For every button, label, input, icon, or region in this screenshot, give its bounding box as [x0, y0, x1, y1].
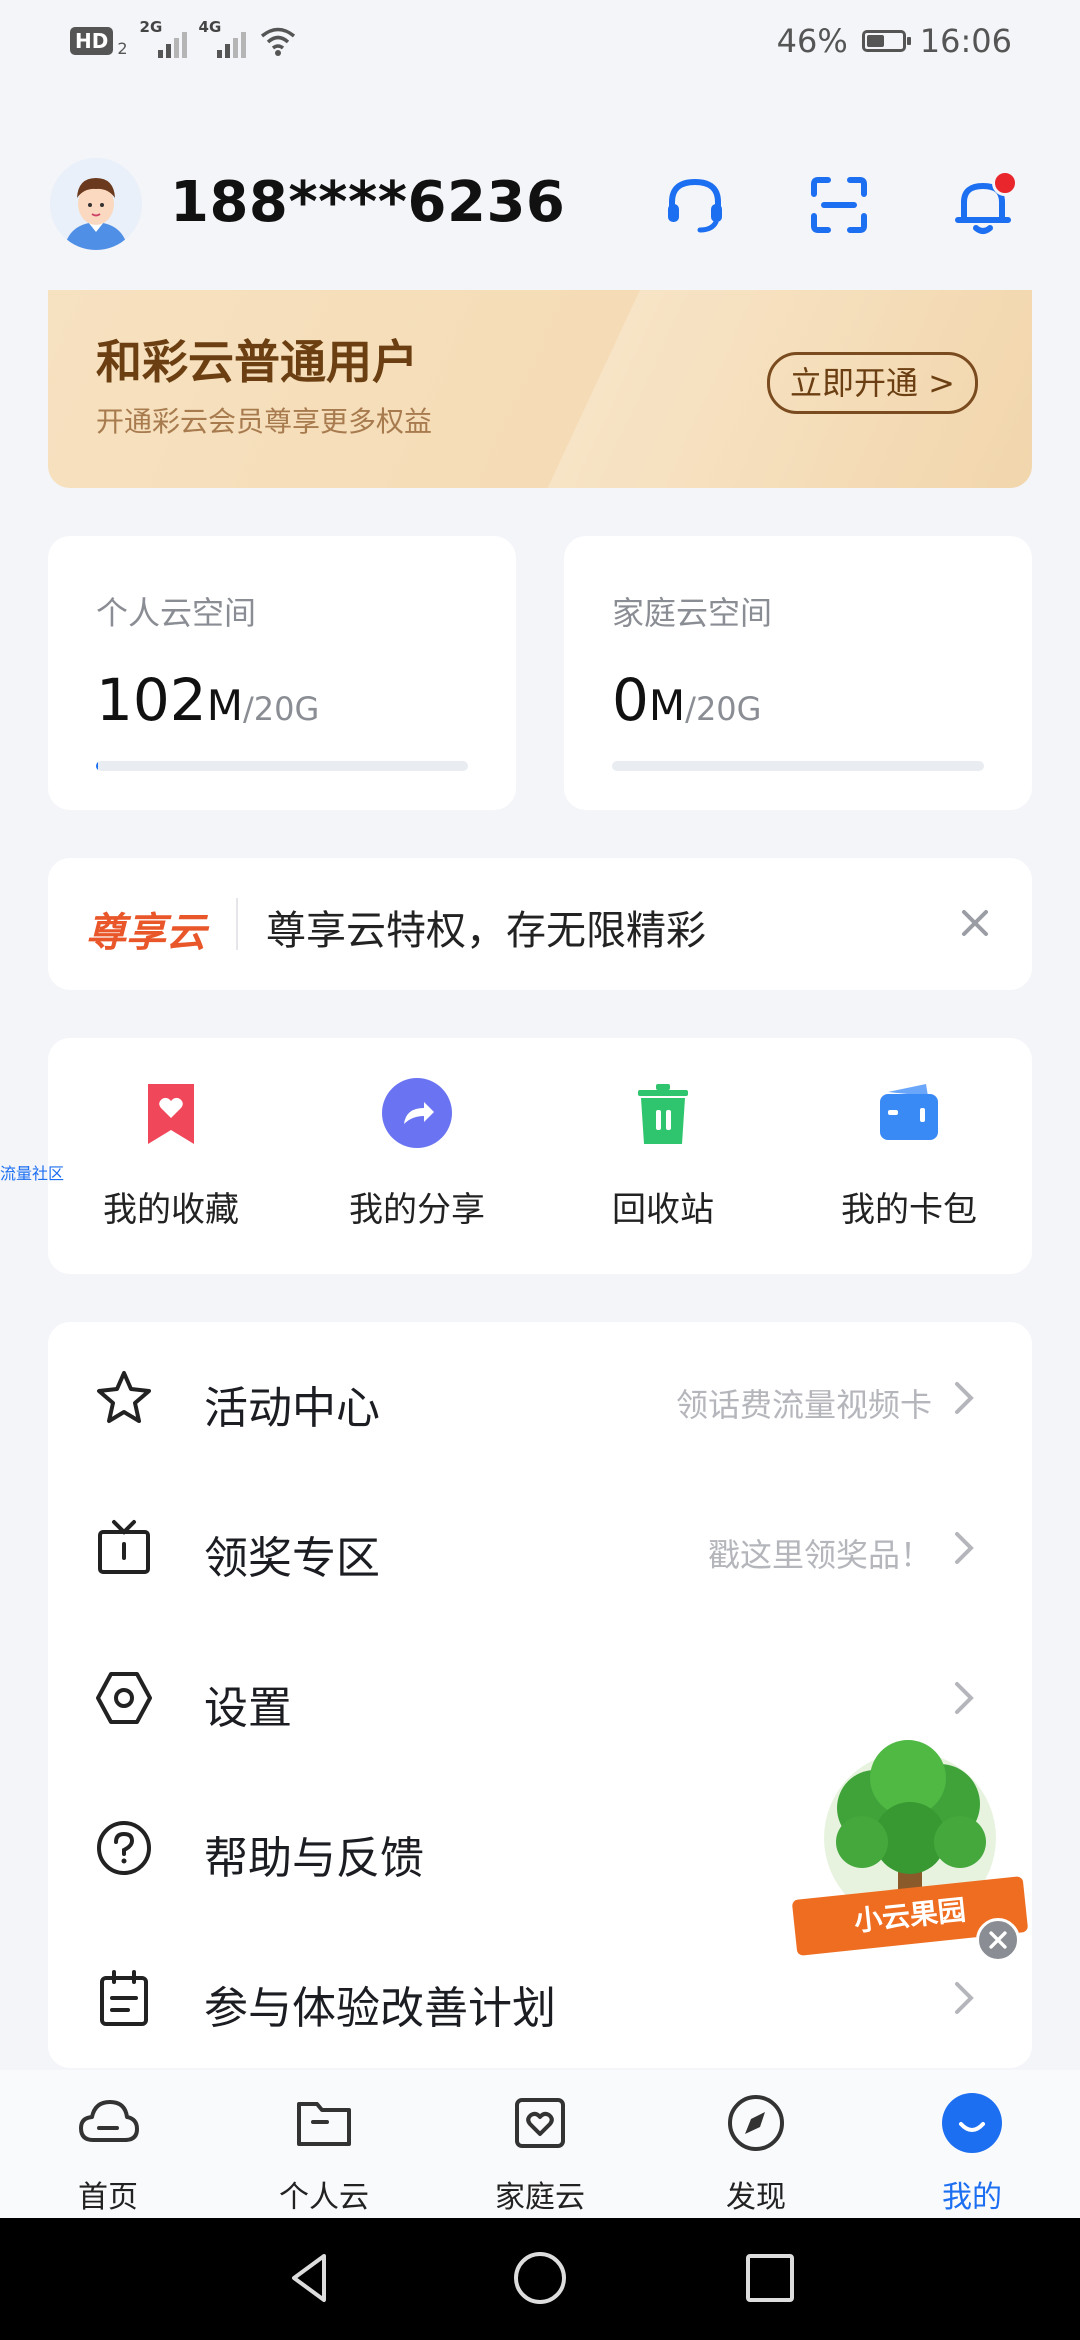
sim2-label: 4G: [198, 18, 222, 36]
quick-action-favorites[interactable]: 我的收藏: [48, 1078, 294, 1231]
promo-text: 尊享云特权，存无限精彩: [266, 908, 706, 954]
personal-storage-unit: M: [206, 681, 243, 730]
family-storage-value: 0: [612, 666, 649, 734]
username: 188****6236: [170, 170, 566, 235]
menu-hint: 领话费流量视频卡: [675, 1386, 932, 1424]
chevron-right-icon: [955, 1682, 974, 1714]
family-storage-progress: [612, 761, 984, 771]
home-icon[interactable]: [510, 2248, 570, 2308]
quick-action-shares[interactable]: 我的分享: [294, 1078, 540, 1231]
quick-action-label: 回收站: [612, 1190, 714, 1230]
vip-title: 和彩云普通用户: [96, 335, 418, 389]
status-left: HD 2 2G 4G: [70, 18, 296, 58]
cloud-icon: [79, 2100, 139, 2142]
battery-percent: 46%: [776, 22, 848, 60]
premium-logo: 尊享云: [86, 910, 206, 956]
menu-hint: 戳这里领奖品！: [707, 1536, 932, 1574]
premium-promo-banner[interactable]: 尊享云 尊享云特权，存无限精彩: [48, 858, 1032, 990]
tab-home[interactable]: 首页: [0, 2090, 216, 2216]
chevron-right-icon: [955, 1532, 974, 1564]
personal-storage-usage: 102M/20G: [96, 666, 319, 734]
vip-subtitle: 开通彩云会员尊享更多权益: [96, 405, 433, 438]
tab-mine[interactable]: 我的: [864, 2090, 1080, 2216]
personal-storage-progress: [96, 761, 468, 771]
tab-label: 个人云: [279, 2180, 369, 2215]
settings-icon: [96, 1672, 152, 1724]
tab-label: 首页: [78, 2180, 138, 2215]
bookmark-heart-icon: [148, 1084, 194, 1144]
family-storage-total: /20G: [685, 690, 762, 728]
personal-storage-card[interactable]: 个人云空间 102M/20G: [48, 536, 516, 810]
menu-item-activity-center[interactable]: 活动中心 领话费流量视频卡: [48, 1322, 1032, 1472]
quick-action-label: 我的卡包: [841, 1190, 977, 1230]
wallet-icon: [880, 1084, 938, 1140]
chevron-right-icon: [955, 1982, 974, 2014]
menu-label: 参与体验改善计划: [204, 1983, 556, 2034]
menu-item-rewards[interactable]: 领奖专区 戳这里领奖品！: [48, 1472, 1032, 1622]
family-storage-label: 家庭云空间: [612, 594, 773, 632]
activate-vip-button[interactable]: 立即开通 >: [767, 352, 978, 414]
hd-indicator: HD: [70, 27, 114, 55]
wifi-icon: [260, 27, 295, 56]
family-storage-usage: 0M/20G: [612, 666, 761, 734]
traffic-community-link[interactable]: 流量社区: [0, 1160, 64, 1184]
system-navigation-bar: [0, 2218, 1080, 2340]
tab-family-cloud[interactable]: 家庭云: [432, 2090, 648, 2216]
avatar[interactable]: [50, 158, 142, 250]
signal-sim1-icon: 2G: [140, 18, 187, 58]
personal-storage-total: /20G: [242, 690, 320, 728]
family-storage-unit: M: [648, 681, 686, 730]
personal-storage-label: 个人云空间: [96, 594, 257, 632]
share-icon: [382, 1078, 452, 1148]
tab-label: 我的: [942, 2180, 1002, 2215]
menu-label: 活动中心: [204, 1383, 380, 1434]
headset-icon[interactable]: [660, 170, 730, 240]
tab-discover[interactable]: 发现: [648, 2090, 864, 2216]
promo-divider: [236, 898, 238, 950]
hd-sub: 2: [117, 38, 128, 58]
tv-icon: [98, 1520, 150, 1574]
trash-icon: [638, 1084, 688, 1144]
family-storage-card[interactable]: 家庭云空间 0M/20G: [564, 536, 1032, 810]
profile-smile-icon: [942, 2093, 1002, 2153]
scan-icon[interactable]: [804, 170, 874, 240]
menu-label: 领奖专区: [204, 1533, 380, 1584]
close-icon[interactable]: [976, 1918, 1020, 1962]
folder-icon: [297, 2102, 351, 2146]
vip-banner[interactable]: 和彩云普通用户 开通彩云会员尊享更多权益 立即开通 >: [48, 290, 1032, 488]
personal-storage-value: 102: [96, 666, 207, 734]
quick-action-wallet[interactable]: 我的卡包: [786, 1078, 1032, 1231]
sim1-label: 2G: [139, 18, 163, 36]
quick-action-recycle-bin[interactable]: 回收站: [540, 1078, 786, 1231]
close-icon[interactable]: [950, 898, 1000, 948]
quick-action-label: 我的收藏: [103, 1190, 239, 1230]
clock: 16:06: [919, 22, 1012, 60]
menu-label: 帮助与反馈: [204, 1833, 424, 1884]
quick-action-label: 我的分享: [349, 1190, 485, 1230]
tab-personal-cloud[interactable]: 个人云: [216, 2090, 432, 2216]
tab-label: 发现: [726, 2180, 786, 2215]
family-heart-icon: [515, 2098, 565, 2148]
menu-label: 设置: [204, 1683, 292, 1734]
quick-actions-grid: 我的收藏 我的分享 回收站 我的卡包: [48, 1038, 1032, 1274]
notification-button[interactable]: [948, 170, 1018, 240]
clipboard-icon: [100, 1970, 148, 2026]
compass-icon: [728, 2095, 784, 2151]
tab-label: 家庭云: [495, 2180, 585, 2215]
recents-icon[interactable]: [740, 2248, 800, 2308]
orchard-floating-widget[interactable]: 小云果园: [790, 1738, 1030, 1968]
notification-dot: [992, 170, 1018, 196]
status-right: 46% 16:06: [777, 22, 1012, 60]
status-bar: HD 2 2G 4G 46% 16:06: [0, 0, 1080, 90]
battery-icon: [861, 30, 911, 52]
chevron-right-icon: [955, 1382, 974, 1414]
profile-header: 188****6236: [0, 150, 1080, 260]
signal-sim2-icon: 4G: [199, 18, 246, 58]
help-icon: [97, 1821, 151, 1875]
back-icon[interactable]: [280, 2248, 340, 2308]
star-icon: [97, 1371, 151, 1423]
bottom-tab-bar: 首页 个人云 家庭云 发现 我的: [0, 2070, 1080, 2220]
